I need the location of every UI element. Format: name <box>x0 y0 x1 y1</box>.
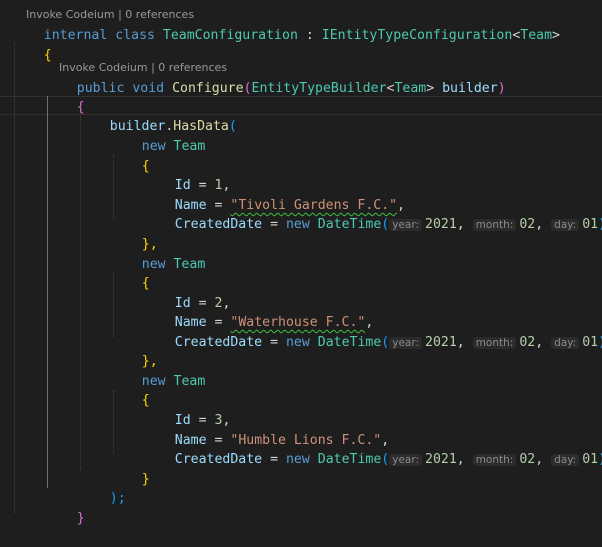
code-line-new-team[interactable]: new Team <box>110 236 602 272</box>
code-line-brace[interactable]: { <box>110 255 602 291</box>
code-line-id[interactable]: Id = 2, <box>143 275 602 311</box>
code-line-close-brace[interactable]: }, <box>110 216 602 252</box>
code-line-name[interactable]: Name = "Waterhouse F.C.", <box>143 294 602 330</box>
code-line-method-open[interactable]: { <box>45 79 602 115</box>
code-line-method[interactable]: public void Configure(EntityTypeBuilder<… <box>45 60 602 96</box>
code-line-id[interactable]: Id = 3, <box>143 392 602 428</box>
indent-guide <box>80 115 81 470</box>
code-line-name[interactable]: Name = "Humble Lions F.C.", <box>143 412 602 448</box>
codelens-top[interactable]: Invoke Codeium | 0 references <box>12 0 602 21</box>
code-editor[interactable]: Invoke Codeium | 0 references internal c… <box>0 0 602 526</box>
code-line-name[interactable]: Name = "Tivoli Gardens F.C.", <box>143 177 602 213</box>
codelens-method[interactable]: Invoke Codeium | 0 references <box>45 45 602 74</box>
code-line-brace[interactable]: { <box>110 138 602 174</box>
code-line-close-brace[interactable]: }, <box>110 333 602 369</box>
indent-guide-active <box>47 96 48 488</box>
code-line-hasdata[interactable]: builder.HasData( <box>78 98 602 134</box>
code-line-created[interactable]: CreatedDate = new DateTime(year: 2021, mo… <box>143 196 602 232</box>
code-line-method-close[interactable]: } <box>45 490 602 526</box>
code-line-new-team[interactable]: new Team <box>110 353 602 389</box>
code-line-brace[interactable]: { <box>110 372 602 408</box>
code-line-hasdata-close[interactable]: ); <box>78 470 602 506</box>
code-line-id[interactable]: Id = 1, <box>143 157 602 193</box>
code-line-created[interactable]: CreatedDate = new DateTime(year: 2021, mo… <box>143 431 602 467</box>
code-line-class[interactable]: internal class TeamConfiguration : IEnti… <box>12 7 602 43</box>
code-line-created[interactable]: CreatedDate = new DateTime(year: 2021, mo… <box>143 314 602 350</box>
brace-close: } <box>76 511 85 526</box>
code-line-open-brace[interactable]: { <box>12 27 602 63</box>
code-line-new-team[interactable]: new Team <box>110 118 602 154</box>
indent-guide <box>14 42 15 513</box>
code-line-close-brace[interactable]: } <box>110 451 602 487</box>
